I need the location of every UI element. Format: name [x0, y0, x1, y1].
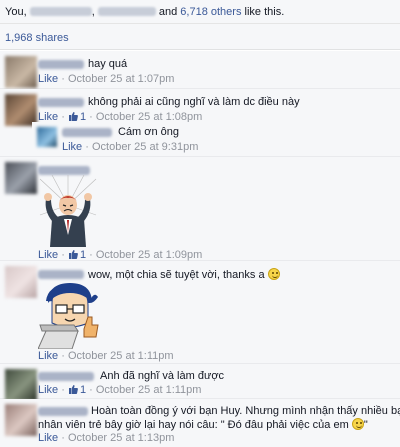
avatar[interactable]: [37, 127, 57, 147]
likes-prefix: You,: [5, 6, 27, 18]
avatar[interactable]: [5, 266, 37, 298]
commenter-name[interactable]: [62, 128, 112, 137]
commenter-name[interactable]: [38, 407, 88, 416]
avatar[interactable]: [5, 369, 37, 401]
commenter-name[interactable]: [38, 166, 90, 175]
comment-text-line1: Hoàn toàn đồng ý với bạn Huy. Nhưng mình…: [91, 405, 400, 417]
comment-text: hay quá: [88, 58, 128, 70]
comment-meta: Like · 1 · October 25 at 1:11pm: [38, 384, 202, 396]
comment-meta: Like · 1 · October 25 at 1:09pm: [38, 249, 203, 261]
like-count[interactable]: 1: [80, 384, 86, 396]
comment-timestamp[interactable]: October 25 at 1:11pm: [96, 384, 202, 396]
reply-text: Cám ơn ông: [118, 126, 180, 138]
reply-meta: Like · October 25 at 9:31pm: [62, 141, 199, 153]
thumbs-up-icon: [68, 385, 78, 394]
shares-link[interactable]: 1,968 shares: [5, 32, 69, 44]
commenter-name[interactable]: [38, 270, 84, 279]
like-link[interactable]: Like: [38, 384, 58, 396]
comment-text: Anh đã nghĩ và làm được: [100, 370, 225, 382]
likes-and: and: [158, 6, 178, 18]
like-link[interactable]: Like: [38, 73, 58, 85]
comment-timestamp[interactable]: October 25 at 1:07pm: [68, 73, 174, 85]
reply-item: Cám ơn ông Like · October 25 at 9:31pm: [32, 122, 400, 156]
comment-text: không phải ai cũng nghĩ và làm dc điều n…: [88, 96, 300, 108]
liker-name-blurred[interactable]: [97, 7, 156, 16]
comment-meta: Like · October 25 at 1:11pm: [38, 350, 174, 362]
commenter-name[interactable]: [38, 60, 84, 69]
liker-name-blurred[interactable]: [29, 7, 92, 16]
commenter-name[interactable]: [38, 98, 84, 107]
smile-emoji-icon: [351, 418, 364, 430]
thumbs-up-laptop-sticker: [38, 283, 99, 349]
like-count[interactable]: 1: [80, 249, 86, 261]
like-link[interactable]: Like: [38, 249, 58, 261]
comment-text: wow, một chia sẽ tuyệt vời, thanks a: [88, 268, 280, 281]
commenter-name[interactable]: [38, 372, 94, 381]
smile-emoji-icon: [267, 268, 280, 280]
comment-item: Hoàn toàn đồng ý với bạn Huy. Nhưng mình…: [0, 399, 400, 447]
avatar[interactable]: [5, 162, 37, 194]
comment-item: Like · 1 · October 25 at 1:09pm: [0, 157, 400, 261]
comment-meta: Like · October 25 at 1:13pm: [38, 432, 175, 444]
like-link[interactable]: Like: [38, 432, 58, 444]
like-link[interactable]: Like: [38, 350, 58, 362]
thumbs-up-icon: [68, 250, 78, 259]
avatar[interactable]: [5, 56, 37, 88]
avatar[interactable]: [5, 404, 37, 436]
comments-panel: You, , and 6,718 others like this. 1,968…: [0, 0, 400, 447]
comment-text-line2: nhân viên trẻ bây giờ lại hay nói câu: "…: [38, 418, 368, 431]
comment-item: wow, một chia sẽ tuyệt vời, thanks a Lik…: [0, 261, 400, 364]
likes-separator: ,: [91, 6, 95, 18]
comment-item: Anh đã nghĩ và làm được Like · 1 · Octob…: [0, 364, 400, 401]
reply-timestamp[interactable]: October 25 at 9:31pm: [92, 141, 198, 153]
comment-text-content: wow, một chia sẽ tuyệt vời, thanks a: [88, 269, 265, 281]
comment-item: hay quá Like · October 25 at 1:07pm: [0, 51, 400, 89]
likes-summary: You, , and 6,718 others like this.: [0, 0, 400, 24]
comment-timestamp[interactable]: October 25 at 1:13pm: [68, 432, 174, 444]
comment-text-line2-content: nhân viên trẻ bây giờ lại hay nói câu: "…: [38, 419, 349, 431]
comment-text-end: ": [363, 419, 368, 431]
likes-suffix: like this.: [244, 6, 285, 18]
comment-meta: Like · October 25 at 1:07pm: [38, 73, 175, 85]
like-link[interactable]: Like: [62, 141, 82, 153]
angry-businessman-sticker: [39, 175, 97, 247]
comment-timestamp[interactable]: October 25 at 1:11pm: [68, 350, 174, 362]
comment-timestamp[interactable]: October 25 at 1:09pm: [96, 249, 202, 261]
shares-summary: 1,968 shares: [0, 24, 400, 50]
others-like-link[interactable]: 6,718 others: [180, 6, 241, 18]
thumbs-up-icon: [68, 112, 78, 121]
comment-item: không phải ai cũng nghĩ và làm dc điều n…: [0, 89, 400, 157]
